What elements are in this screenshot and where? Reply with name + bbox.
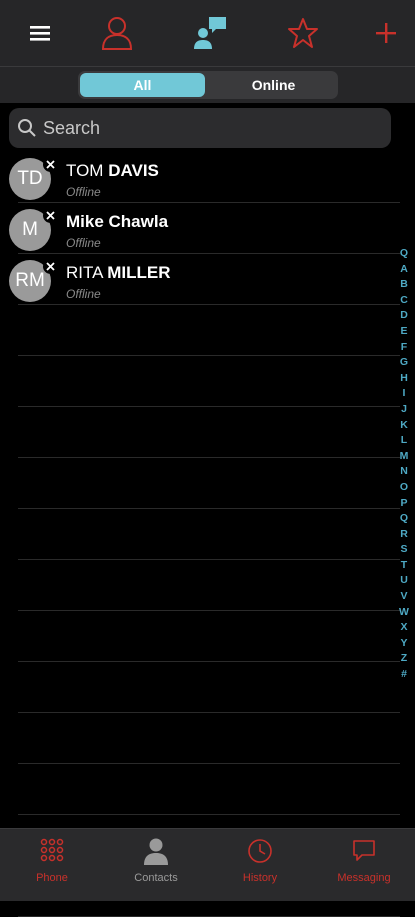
empty-row: [18, 305, 400, 356]
alphabet-letter[interactable]: N: [400, 464, 408, 480]
contact-name: Mike Chawla: [66, 212, 169, 231]
search-input[interactable]: [41, 116, 375, 140]
contact-row-tom-davis[interactable]: TD TOM DAVIS Offline: [9, 152, 400, 203]
message-bubble-icon: [353, 840, 375, 861]
alphabet-letter[interactable]: Q: [400, 511, 408, 527]
alphabet-letter[interactable]: O: [400, 480, 408, 496]
tab-label: Messaging: [337, 872, 391, 884]
contact-list: TD TOM DAVIS Offline M Mike Chawla Offli…: [0, 152, 400, 917]
alphabet-letter[interactable]: E: [400, 324, 407, 340]
star-icon: [288, 18, 318, 48]
tab-messaging[interactable]: Messaging: [324, 829, 404, 901]
alphabet-letter[interactable]: V: [400, 589, 407, 605]
dialpad-icon: [40, 838, 64, 862]
alphabet-letter[interactable]: H: [400, 371, 408, 387]
contact-status: Offline: [66, 287, 101, 301]
alphabet-letter[interactable]: L: [401, 433, 407, 449]
alphabet-letter[interactable]: S: [400, 542, 407, 558]
segment-bar: All Online: [0, 67, 415, 103]
alphabet-letter[interactable]: W: [399, 605, 409, 621]
alphabet-letter[interactable]: M: [400, 449, 409, 465]
top-toolbar: [0, 0, 415, 67]
contact-name: RITA MILLER: [66, 263, 171, 282]
remove-icon[interactable]: [43, 208, 58, 223]
favorites-button[interactable]: [283, 0, 323, 66]
plus-icon: [376, 23, 396, 43]
empty-row: [18, 356, 400, 407]
alphabet-letter[interactable]: R: [400, 527, 408, 543]
remove-icon[interactable]: [43, 157, 58, 172]
alphabet-letter[interactable]: #: [401, 667, 407, 683]
menu-button[interactable]: [20, 0, 60, 66]
tab-history[interactable]: History: [220, 829, 300, 901]
search-icon: [18, 119, 36, 137]
tab-contacts[interactable]: Contacts: [116, 829, 196, 901]
bottom-tab-bar: Phone Contacts History Messaging: [0, 828, 415, 901]
alphabet-letter[interactable]: B: [400, 277, 408, 293]
contact-name: TOM DAVIS: [66, 161, 159, 180]
contact-status: Offline: [66, 185, 101, 199]
contacts-filter-button[interactable]: [95, 0, 139, 66]
person-icon: [101, 17, 133, 50]
person-filled-icon: [144, 838, 168, 865]
alphabet-letter[interactable]: A: [400, 262, 408, 278]
empty-row: [18, 560, 400, 611]
alphabet-letter[interactable]: Z: [401, 651, 407, 667]
tab-phone[interactable]: Phone: [12, 829, 92, 901]
segmented-control: All Online: [78, 71, 338, 99]
group-chat-button[interactable]: [188, 0, 232, 66]
alphabet-letter[interactable]: I: [403, 386, 406, 402]
alphabet-letter[interactable]: J: [401, 402, 407, 418]
alphabet-letter[interactable]: Q: [400, 246, 408, 262]
alphabet-letter[interactable]: Y: [400, 636, 407, 652]
contact-row-rita-miller[interactable]: RM RITA MILLER Offline: [9, 254, 400, 305]
tab-label: Phone: [36, 872, 68, 884]
contact-status: Offline: [66, 236, 101, 250]
alphabet-letter[interactable]: C: [400, 293, 408, 309]
alphabet-index[interactable]: Q A B C D E F G H I J K L M N O P Q R S T U V W X Y Z #: [396, 246, 412, 683]
alphabet-letter[interactable]: P: [400, 496, 407, 512]
alphabet-letter[interactable]: T: [401, 558, 407, 574]
empty-row: [18, 764, 400, 815]
empty-row: [18, 611, 400, 662]
remove-icon[interactable]: [43, 259, 58, 274]
contact-row-mike-chawla[interactable]: M Mike Chawla Offline: [9, 203, 400, 254]
alphabet-letter[interactable]: D: [400, 308, 408, 324]
empty-row: [18, 458, 400, 509]
alphabet-letter[interactable]: U: [400, 573, 408, 589]
segment-all[interactable]: All: [80, 73, 205, 97]
search-bar[interactable]: [9, 108, 391, 148]
tab-label: History: [242, 872, 278, 884]
alphabet-letter[interactable]: G: [400, 355, 408, 371]
alphabet-letter[interactable]: X: [400, 620, 407, 636]
alphabet-letter[interactable]: K: [400, 418, 408, 434]
alphabet-letter[interactable]: F: [401, 340, 407, 356]
tab-label: Contacts: [134, 872, 178, 884]
empty-row: [18, 713, 400, 764]
menu-icon: [30, 26, 50, 41]
empty-row: [18, 662, 400, 713]
empty-row: [18, 509, 400, 560]
segment-online[interactable]: Online: [211, 73, 336, 97]
empty-row: [18, 407, 400, 458]
group-chat-icon: [194, 17, 226, 49]
clock-icon: [248, 839, 272, 863]
add-contact-button[interactable]: [366, 0, 406, 66]
